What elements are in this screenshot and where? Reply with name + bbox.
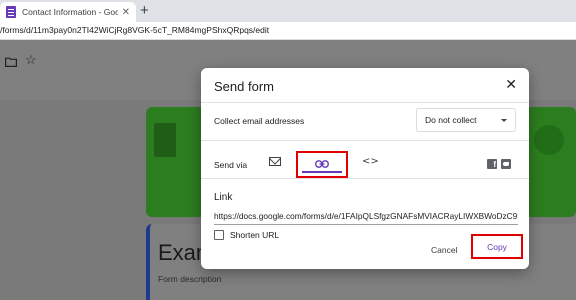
- link-heading: Link: [214, 192, 233, 203]
- shorten-url-option[interactable]: Shorten URL: [214, 230, 279, 240]
- cancel-button[interactable]: Cancel: [431, 245, 457, 255]
- collect-email-label: Collect email addresses: [214, 116, 305, 126]
- close-icon[interactable]: ✕: [505, 76, 517, 92]
- banner-decoration: [154, 123, 176, 157]
- shorten-url-label: Shorten URL: [230, 230, 280, 240]
- send-form-dialog: Send form ✕ Collect email addresses Do n…: [201, 68, 529, 269]
- tab-strip: Contact Information - Google Forms ✕ +: [0, 0, 576, 22]
- send-via-label: Send via: [214, 160, 248, 170]
- link-icon: [315, 160, 329, 168]
- collect-email-select[interactable]: Do not collect: [416, 108, 516, 132]
- form-description: Form description: [158, 274, 222, 284]
- tab-title: Contact Information - Google Forms: [22, 7, 118, 17]
- dialog-title: Send form: [214, 79, 274, 94]
- copy-button[interactable]: Copy: [471, 234, 523, 259]
- embed-icon[interactable]: <>: [362, 156, 379, 167]
- forms-favicon-icon: [6, 6, 16, 18]
- collect-email-value: Do not collect: [425, 115, 477, 125]
- link-url-field[interactable]: https://docs.google.com/forms/d/e/1FAIpQ…: [214, 209, 518, 225]
- active-tab-indicator: [302, 171, 342, 173]
- folder-icon[interactable]: [5, 54, 17, 72]
- facebook-icon[interactable]: f: [487, 159, 497, 169]
- address-bar[interactable]: /forms/d/11m3pay0n2TI42WiCjRg8VGK-5cT_RM…: [0, 22, 576, 40]
- shorten-url-checkbox[interactable]: [214, 230, 224, 240]
- star-icon[interactable]: ☆: [25, 53, 37, 66]
- twitter-icon[interactable]: [501, 159, 511, 169]
- divider: [201, 178, 529, 179]
- divider: [201, 102, 529, 103]
- browser-tab[interactable]: Contact Information - Google Forms ✕: [0, 2, 136, 22]
- divider: [201, 140, 529, 141]
- chevron-down-icon: [501, 118, 507, 122]
- mail-icon[interactable]: [269, 157, 281, 166]
- banner-decoration: [534, 125, 564, 155]
- tab-link[interactable]: [296, 151, 348, 178]
- copy-button-label: Copy: [487, 241, 507, 252]
- tab-close-icon[interactable]: ✕: [122, 7, 130, 18]
- new-tab-button[interactable]: +: [140, 3, 149, 19]
- url-text[interactable]: /forms/d/11m3pay0n2TI42WiCjRg8VGK-5cT_RM…: [0, 25, 269, 35]
